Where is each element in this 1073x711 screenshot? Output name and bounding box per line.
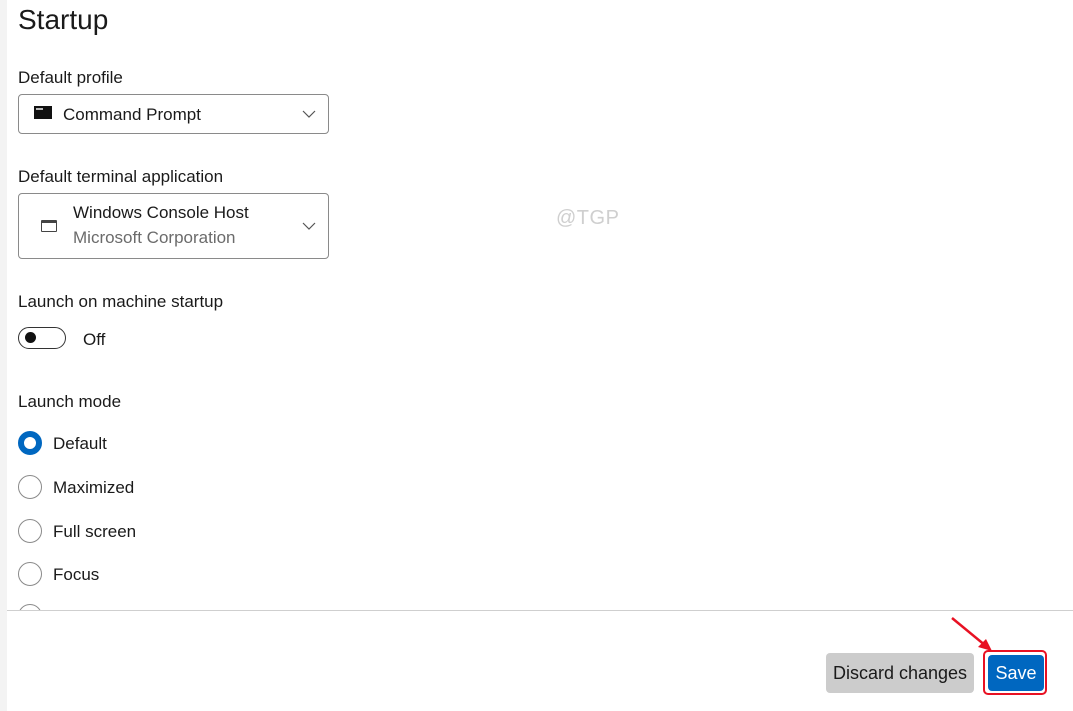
save-highlight-box bbox=[983, 650, 1047, 695]
radio-default[interactable] bbox=[18, 431, 42, 455]
launch-mode-label: Launch mode bbox=[18, 392, 122, 411]
launch-on-startup-toggle[interactable] bbox=[18, 327, 66, 349]
radio-full-screen[interactable] bbox=[18, 519, 42, 543]
default-terminal-label: Default terminal application bbox=[18, 167, 224, 186]
default-profile-value: Command Prompt bbox=[63, 105, 201, 124]
toggle-knob bbox=[25, 332, 36, 343]
annotation-arrow-icon bbox=[951, 617, 992, 651]
footer-divider bbox=[7, 610, 1073, 611]
radio-maximized-label[interactable]: Maximized bbox=[53, 478, 134, 498]
command-prompt-icon bbox=[34, 106, 52, 119]
page-title: Startup bbox=[18, 4, 109, 35]
radio-maximized[interactable] bbox=[18, 475, 42, 499]
left-nav-edge bbox=[0, 0, 7, 711]
launch-on-startup-state: Off bbox=[83, 330, 106, 349]
default-profile-dropdown[interactable]: Command Prompt bbox=[18, 94, 329, 134]
discard-changes-button[interactable]: Discard changes bbox=[826, 653, 974, 693]
launch-on-startup-label: Launch on machine startup bbox=[18, 292, 224, 311]
default-terminal-publisher: Microsoft Corporation bbox=[73, 228, 236, 247]
default-profile-label: Default profile bbox=[18, 68, 123, 87]
radio-full-screen-label[interactable]: Full screen bbox=[53, 522, 136, 542]
chevron-down-icon bbox=[302, 110, 316, 118]
radio-focus[interactable] bbox=[18, 562, 42, 586]
radio-default-label[interactable]: Default bbox=[53, 434, 107, 454]
console-host-icon bbox=[41, 220, 57, 232]
default-terminal-name: Windows Console Host bbox=[73, 203, 249, 222]
watermark: @TGP bbox=[556, 207, 620, 229]
chevron-down-icon bbox=[302, 222, 316, 230]
radio-focus-label[interactable]: Focus bbox=[53, 565, 99, 585]
default-terminal-dropdown[interactable]: Windows Console Host Microsoft Corporati… bbox=[18, 193, 329, 259]
